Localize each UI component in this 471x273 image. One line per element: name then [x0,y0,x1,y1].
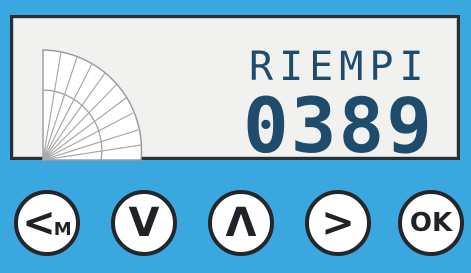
menu-label: M [53,218,72,240]
lcd-display: RIEMPI 0389 [10,15,460,164]
up-button[interactable]: Λ [208,190,274,256]
menu-back-button[interactable]: < M [14,190,80,256]
chevron-left-icon: < [22,200,56,246]
ok-label: OK [409,208,453,238]
chevron-right-icon: > [321,200,355,246]
counter-value: 0389 [243,81,435,170]
down-button[interactable]: V [111,190,177,256]
control-buttons: < M V Λ > OK [0,180,471,256]
chevron-down-icon: V [128,200,160,246]
fan-sector-icon [42,49,143,161]
ok-button[interactable]: OK [398,190,464,256]
chevron-up-icon: Λ [225,200,257,246]
forward-button[interactable]: > [305,190,371,256]
